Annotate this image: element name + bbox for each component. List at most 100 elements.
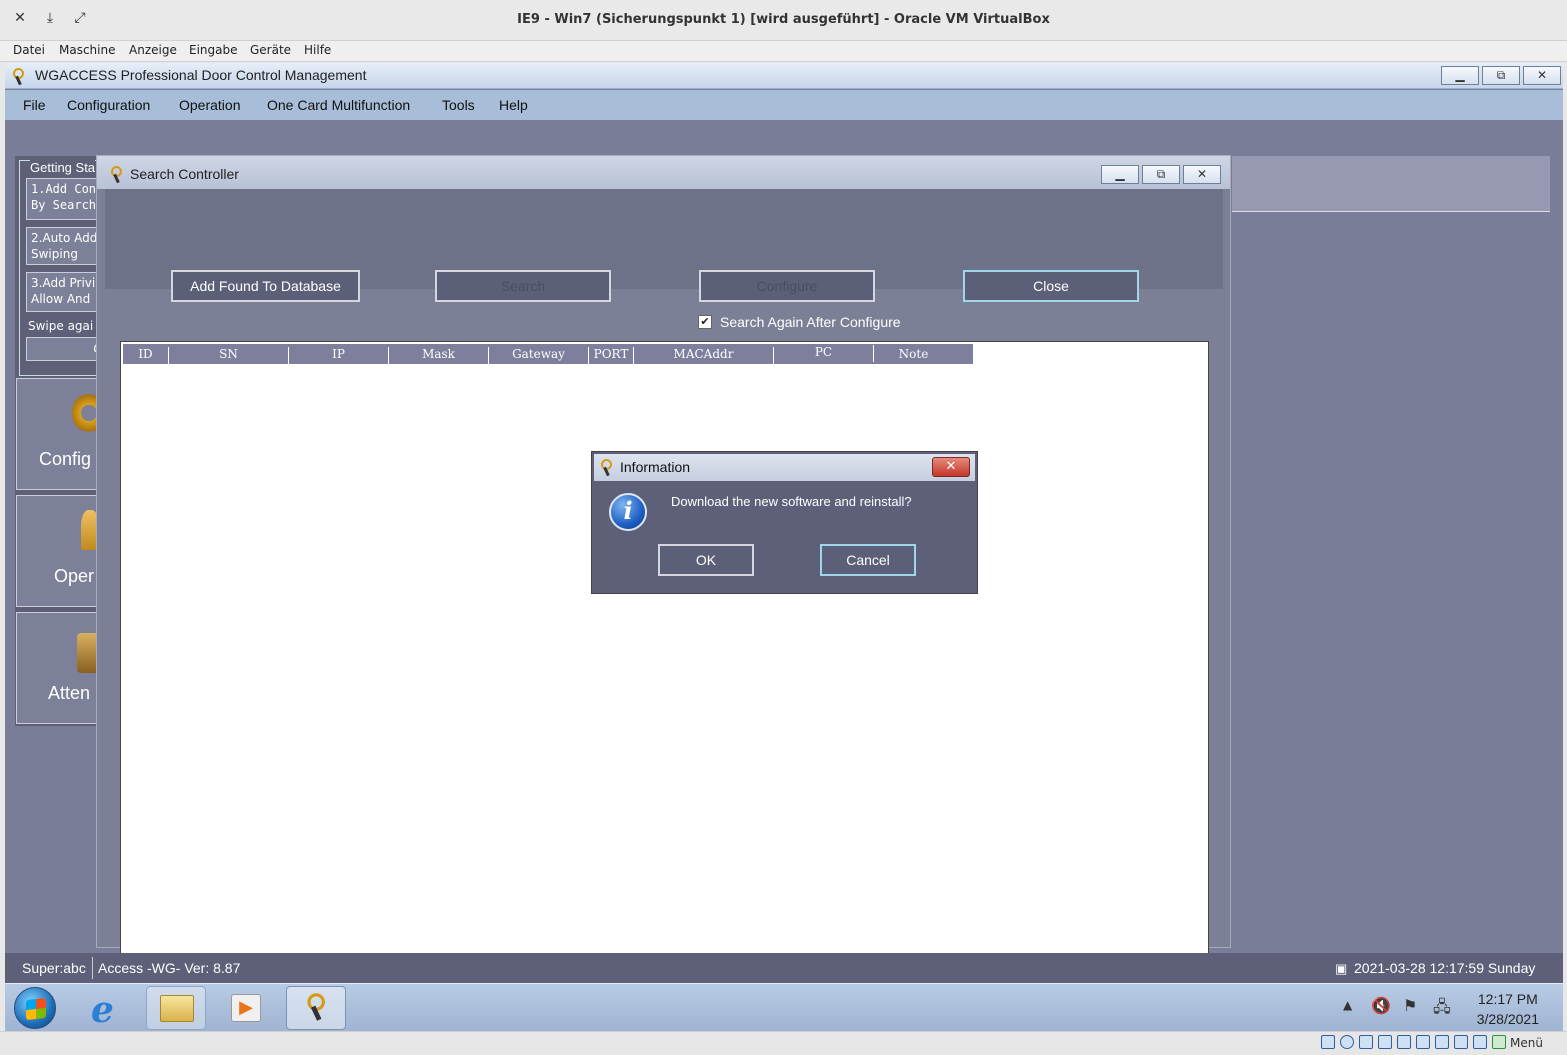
configure-button[interactable]: Configure — [699, 270, 875, 302]
windows-taskbar: e ▶ ▲ 🔇 ⚑ 🖧 12:17 PM 3/28/2021 — [5, 983, 1563, 1031]
col-note[interactable]: Note — [874, 347, 953, 364]
menu-operation[interactable]: Operation — [179, 97, 240, 113]
step-2-line1: 2.Auto Add — [31, 231, 98, 245]
controller-grid[interactable]: ID SN IP Mask Gateway PORT MACAddr PC No… — [120, 341, 1209, 973]
host-usb-icon[interactable] — [1397, 1035, 1411, 1049]
status-user: Super:abc — [22, 960, 86, 976]
col-macaddr[interactable]: MACAddr — [634, 347, 774, 364]
search-controller-key-icon — [109, 165, 125, 183]
sc-minimize-button[interactable]: ▁ — [1101, 165, 1139, 184]
dialog-key-icon — [599, 458, 615, 476]
show-hidden-icons-icon[interactable]: ▲ — [1343, 998, 1352, 1012]
volume-muted-icon[interactable]: 🔇 — [1371, 996, 1391, 1015]
app-title-bar: WGACCESS Professional Door Control Manag… — [5, 63, 1563, 89]
operation-big-button[interactable]: Oper — [16, 495, 105, 607]
search-again-label: Search Again After Configure — [720, 314, 901, 330]
start-button[interactable] — [14, 987, 56, 1029]
step-2-line2: Swiping — [31, 247, 78, 261]
col-sn[interactable]: SN — [169, 347, 289, 364]
host-menu-datei[interactable]: Datei — [13, 43, 45, 57]
taskbar-ie-button[interactable]: e — [81, 986, 141, 1031]
clock-time: 12:17 PM — [1477, 991, 1538, 1007]
host-menu-geraete[interactable]: Geräte — [250, 43, 291, 57]
search-controller-title: Search Controller — [130, 166, 239, 182]
information-icon: i — [609, 493, 647, 531]
folder-icon — [160, 995, 194, 1022]
information-dialog: Information ✕ i Download the new softwar… — [591, 451, 978, 594]
add-found-to-database-button[interactable]: Add Found To Database — [171, 270, 360, 302]
host-mouse-integration-icon[interactable] — [1492, 1035, 1506, 1049]
host-status-strip: Menü — [0, 1031, 1567, 1055]
host-network-icon[interactable] — [1378, 1035, 1392, 1049]
attendance-big-label: Atten — [48, 683, 91, 703]
sc-close-button[interactable]: ✕ — [1183, 165, 1221, 184]
host-harddisk-icon[interactable] — [1321, 1035, 1335, 1049]
search-controller-title-bar: Search Controller ▁ ⧉ ✕ — [97, 156, 1230, 189]
dialog-ok-button[interactable]: OK — [658, 544, 754, 576]
dialog-cancel-button[interactable]: Cancel — [820, 544, 916, 576]
clock-date: 3/28/2021 — [1476, 1011, 1539, 1027]
operation-big-label: Oper — [54, 566, 95, 586]
host-menu-maschine[interactable]: Maschine — [59, 43, 115, 57]
getting-started-title: Getting Sta — [30, 160, 96, 175]
step-3-line1: 3.Add Privi — [31, 276, 96, 290]
col-gateway[interactable]: Gateway — [489, 347, 589, 364]
dialog-close-button[interactable]: ✕ — [932, 457, 970, 477]
col-ip[interactable]: IP — [289, 347, 389, 364]
left-panel: Getting Sta 1.Add Con By Search 2.Auto A… — [15, 156, 110, 726]
app-key-icon — [11, 67, 27, 85]
status-separator — [92, 957, 93, 979]
menu-configuration[interactable]: Configuration — [67, 97, 150, 113]
host-menu-anzeige[interactable]: Anzeige — [129, 43, 177, 57]
step-3-line2: Allow And — [31, 292, 91, 306]
grid-header: ID SN IP Mask Gateway PORT MACAddr PC No… — [123, 344, 973, 364]
taskbar-clock[interactable]: 12:17 PM 3/28/2021 — [1477, 989, 1539, 1029]
search-again-checkbox[interactable]: ✔ — [698, 315, 712, 329]
swipe-again-text: Swipe agai — [28, 319, 94, 333]
action-center-flag-icon[interactable]: ⚑ — [1403, 996, 1417, 1015]
col-port[interactable]: PORT — [589, 347, 634, 364]
menu-help[interactable]: Help — [499, 97, 528, 113]
menu-file[interactable]: File — [23, 97, 46, 113]
taskbar-explorer-button[interactable] — [146, 986, 206, 1030]
host-display-icon[interactable] — [1435, 1035, 1449, 1049]
search-button[interactable]: Search — [435, 270, 611, 302]
guest-display: WGACCESS Professional Door Control Manag… — [5, 63, 1563, 1031]
network-icon[interactable]: 🖧 — [1433, 996, 1451, 1023]
step-1-line1: 1.Add Con — [31, 182, 97, 196]
col-pc[interactable]: PC — [774, 345, 874, 362]
host-recording-icon[interactable] — [1454, 1035, 1468, 1049]
host-audio-icon[interactable] — [1359, 1035, 1373, 1049]
information-dialog-title: Information — [620, 459, 691, 475]
wgaccess-taskbar-icon — [304, 992, 330, 1021]
host-menu-eingabe[interactable]: Eingabe — [189, 43, 238, 57]
app-close-button[interactable]: ✕ — [1523, 66, 1561, 85]
configuration-big-button[interactable]: Config — [16, 378, 105, 490]
media-player-icon: ▶ — [231, 994, 261, 1022]
menu-tools[interactable]: Tools — [442, 97, 475, 113]
sc-restore-button[interactable]: ⧉ — [1142, 165, 1180, 184]
attendance-big-button[interactable]: Atten — [16, 612, 105, 724]
col-id[interactable]: ID — [123, 347, 169, 364]
host-menu-hilfe[interactable]: Hilfe — [304, 43, 331, 57]
host-title-bar: ✕ ⤓ ⤢ IE9 - Win7 (Sicherungspunkt 1) [wi… — [0, 0, 1567, 41]
host-optical-drive-icon[interactable] — [1340, 1035, 1354, 1049]
taskbar-media-player-button[interactable]: ▶ — [216, 986, 276, 1030]
app-minimize-button[interactable]: ▁ — [1441, 66, 1479, 85]
host-window-title: IE9 - Win7 (Sicherungspunkt 1) [wird aus… — [517, 12, 1050, 27]
right-header-strip — [1232, 156, 1550, 212]
menu-one-card-multifunction[interactable]: One Card Multifunction — [267, 97, 410, 113]
status-app-info: Access -WG- Ver: 8.87 — [98, 960, 241, 976]
col-mask[interactable]: Mask — [389, 347, 489, 364]
host-cpu-icon[interactable] — [1473, 1035, 1487, 1049]
close-button[interactable]: Close — [963, 270, 1139, 302]
taskbar-wgaccess-button[interactable] — [286, 986, 346, 1030]
host-shared-folder-icon[interactable] — [1416, 1035, 1430, 1049]
host-menu-bar: Datei Maschine Anzeige Eingabe Geräte Hi… — [0, 41, 1567, 62]
app-restore-button[interactable]: ⧉ — [1482, 66, 1520, 85]
host-menu-button[interactable]: Menü — [1510, 1036, 1543, 1050]
windows-logo-icon — [26, 997, 46, 1021]
network-clock-icon: ▣ — [1335, 961, 1348, 976]
information-dialog-title-bar: Information ✕ — [594, 454, 975, 481]
app-menu-bar: File Configuration Operation One Card Mu… — [5, 90, 1563, 120]
